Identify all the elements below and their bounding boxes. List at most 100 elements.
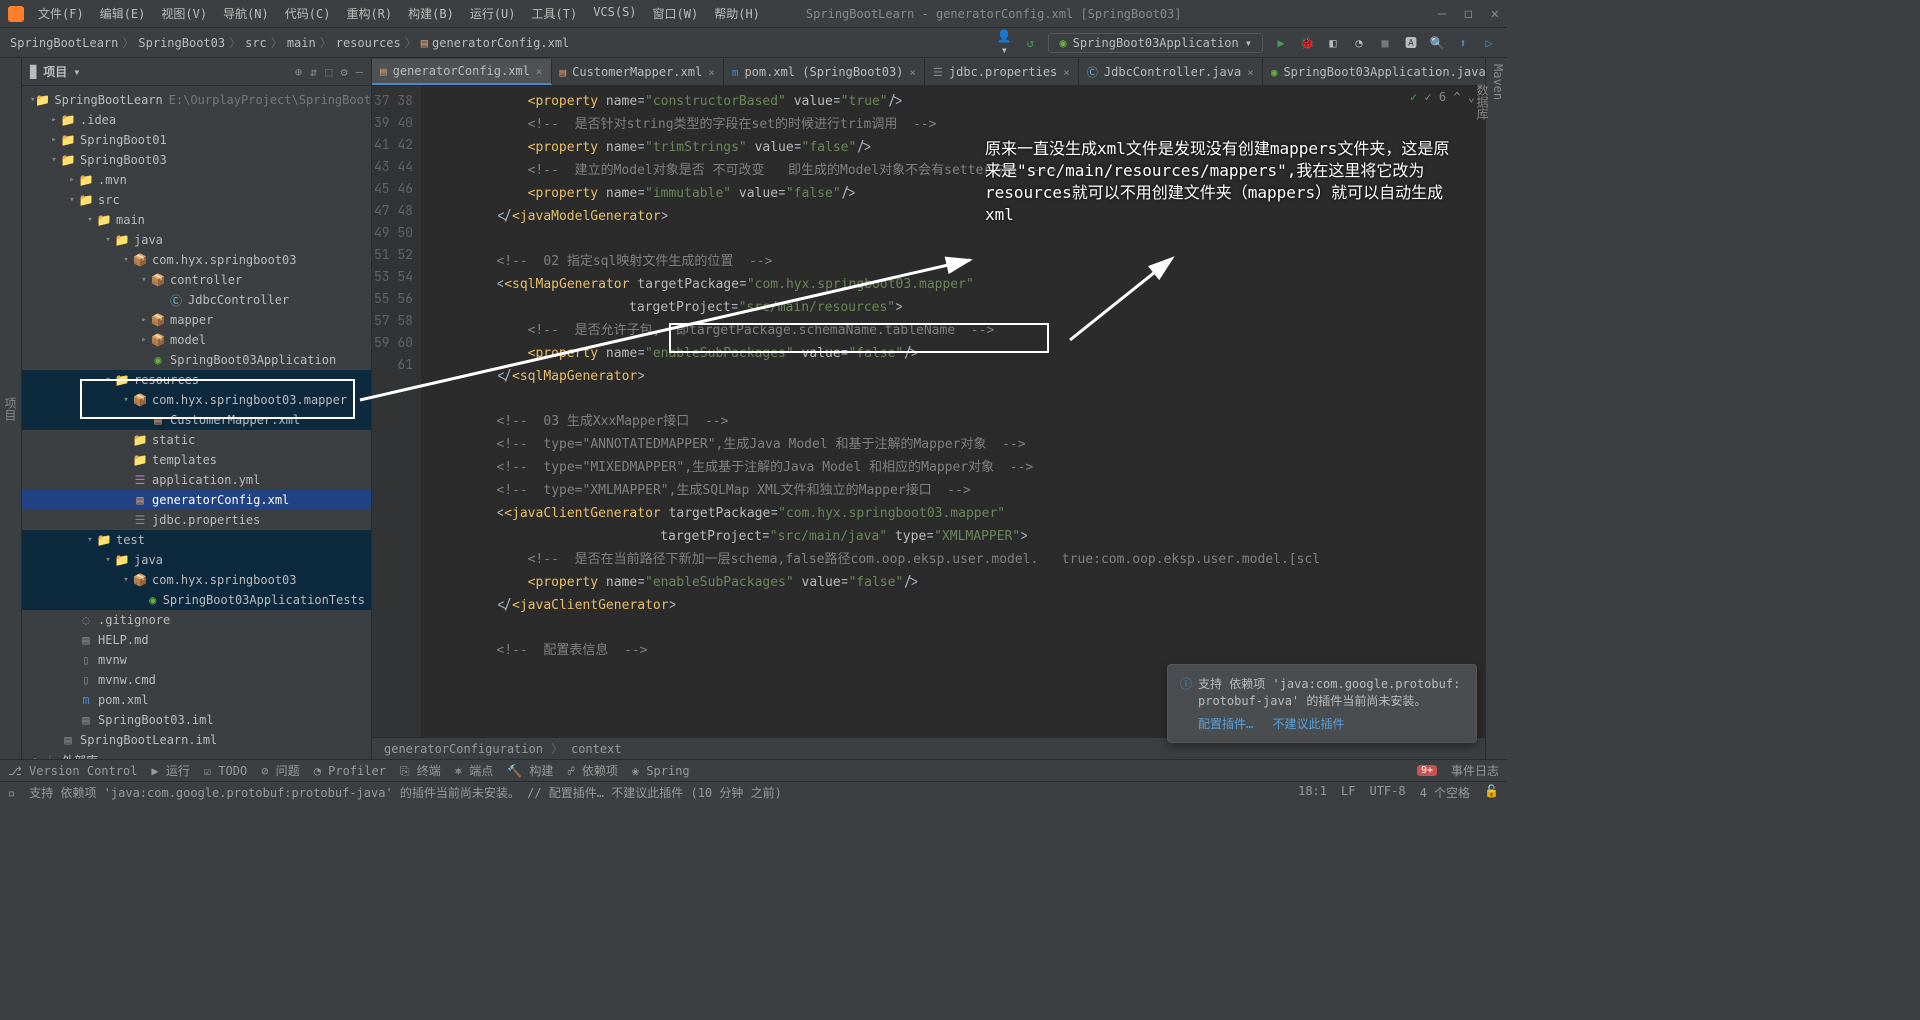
toggle-toolwin-icon[interactable]: ▫ [8,786,15,800]
encoding[interactable]: UTF-8 [1369,784,1405,801]
menu-item[interactable]: VCS(S) [587,3,642,24]
tree-node[interactable]: ☰application.yml [22,470,371,490]
tree-node[interactable]: ▯mvnw.cmd [22,670,371,690]
toolwin-button[interactable]: ⎘ 终端 [400,762,441,779]
codewithme-icon[interactable]: ▷ [1481,36,1497,50]
tab-close-icon[interactable]: × [1063,66,1070,79]
breadcrumb-item[interactable]: resources [336,36,401,50]
menu-item[interactable]: 视图(V) [155,3,213,24]
tree-node[interactable]: ▾📦com.hyx.springboot03 [22,570,371,590]
maven-tool-button[interactable]: Maven [1491,64,1505,753]
tree-node[interactable]: ▤SpringBoot03.iml [22,710,371,730]
sync-icon[interactable]: ↺ [1022,36,1038,50]
maximize-icon[interactable]: ◻ [1464,6,1472,22]
run-config-selector[interactable]: ◉ SpringBoot03Application ▾ [1048,33,1263,53]
menu-item[interactable]: 帮助(H) [708,3,766,24]
menu-item[interactable]: 文件(F) [32,3,90,24]
debug-icon[interactable]: 🐞 [1299,36,1315,50]
readonly-icon[interactable]: 🔓 [1484,784,1499,801]
menu-item[interactable]: 代码(C) [279,3,337,24]
editor-tab[interactable]: ⒸJdbcController.java× [1079,59,1263,85]
menu-item[interactable]: 编辑(E) [94,3,152,24]
tree-node[interactable]: ▤SpringBootLearn.iml [22,730,371,750]
tree-node[interactable]: ▸📁.idea [22,110,371,130]
toolwin-button[interactable]: ◔ Profiler [314,764,386,778]
tree-node[interactable]: ▤CustomerMapper.xml [22,410,371,430]
stop-icon[interactable]: ■ [1377,36,1393,50]
tree-node[interactable]: ▸📦model [22,330,371,350]
breadcrumb-item[interactable]: SpringBoot03 [138,36,225,50]
editor-tab[interactable]: ◉SpringBoot03Application.java× [1263,59,1485,85]
toolwin-button[interactable]: ▶ 运行 [151,762,189,779]
tree-node[interactable]: ☰jdbc.properties [22,510,371,530]
toolwin-button[interactable]: ⎈ 端点 [455,762,493,779]
toolwin-button[interactable]: ❀ Spring [632,764,690,778]
breadcrumb-item[interactable]: src [245,36,267,50]
tree-node[interactable]: ▤generatorConfig.xml [22,490,371,510]
tree-node[interactable]: ◌.gitignore [22,610,371,630]
tree-node[interactable]: ◉SpringBoot03Application [22,350,371,370]
tree-node[interactable]: ▾📁resources [22,370,371,390]
left-tool-stripe[interactable]: 项目 结构 Bookmarks [0,58,22,759]
collapse-all-icon[interactable]: ⬚ [325,65,332,79]
select-opened-icon[interactable]: ⊕ [295,65,302,79]
menu-item[interactable]: 导航(N) [217,3,275,24]
breadcrumb-item[interactable]: main [287,36,316,50]
tab-close-icon[interactable]: × [536,65,543,78]
tree-node[interactable]: ▸📁SpringBoot01 [22,130,371,150]
toolwin-button[interactable]: ⊘ 问题 [261,762,299,779]
breadcrumb-item[interactable]: generatorConfig.xml [432,36,569,50]
tab-close-icon[interactable]: × [1247,66,1254,79]
profile-icon[interactable]: ◔ [1351,36,1367,50]
tree-node[interactable]: ▤HELP.md [22,630,371,650]
tab-close-icon[interactable]: × [909,66,916,79]
code-editor[interactable]: <property name="constructorBased" value=… [422,86,1485,737]
caret-position[interactable]: 18:1 [1298,784,1327,801]
close-icon[interactable]: ✕ [1491,6,1499,22]
tree-node[interactable]: ▾📁main [22,210,371,230]
menu-item[interactable]: 窗口(W) [647,3,705,24]
update-icon[interactable]: ⬆ [1455,36,1471,50]
tree-node[interactable]: ▾📦controller [22,270,371,290]
tree-node[interactable]: ▸📦mapper [22,310,371,330]
user-icon[interactable]: 👤▾ [996,29,1012,57]
tree-node[interactable]: ▸⑃外部库 [22,750,371,759]
tree-node[interactable]: ▾📁SpringBoot03 [22,150,371,170]
tree-node[interactable]: mpom.xml [22,690,371,710]
editor-tab[interactable]: ▤CustomerMapper.xml× [552,59,724,85]
editor-breadcrumb-item[interactable]: generatorConfiguration [384,742,543,756]
coverage-icon[interactable]: ◧ [1325,36,1341,50]
line-ending[interactable]: LF [1341,784,1355,801]
menu-item[interactable]: 运行(U) [464,3,522,24]
project-tree[interactable]: ▾📁SpringBootLearnE:\OurplayProject\Sprin… [22,86,371,759]
tree-node[interactable]: 📁templates [22,450,371,470]
structure-tool-button[interactable]: 结构 [0,484,2,753]
hide-icon[interactable]: — [356,65,363,79]
toolwin-button[interactable]: ☑ TODO [204,764,247,778]
tree-node[interactable]: ▾📁java [22,550,371,570]
tree-node[interactable]: 📁static [22,430,371,450]
tree-node[interactable]: ▾📁SpringBootLearnE:\OurplayProject\Sprin… [22,90,371,110]
menu-item[interactable]: 工具(T) [526,3,584,24]
ignore-plugin-link[interactable]: 不建议此插件 [1272,717,1344,731]
tree-node[interactable]: ▾📦com.hyx.springboot03.mapper [22,390,371,410]
indent[interactable]: 4 个空格 [1420,784,1470,801]
tree-node[interactable]: ◉SpringBoot03ApplicationTests [22,590,371,610]
expand-all-icon[interactable]: ⇵ [310,65,317,79]
project-tool-button[interactable]: 项目 [2,64,19,753]
menu-item[interactable]: 重构(R) [340,3,398,24]
translate-icon[interactable]: 🅰 [1403,34,1419,51]
event-log-button[interactable]: 事件日志 [1451,762,1499,779]
inspections-widget[interactable]: ✓ ✓ 6 ^ ⌄ [1410,90,1475,104]
editor-breadcrumb-item[interactable]: context [571,742,622,756]
toolwin-button[interactable]: 🔨 构建 [507,762,553,779]
editor-tab[interactable]: ☰jdbc.properties× [925,59,1079,85]
tree-node[interactable]: ▾📁test [22,530,371,550]
settings-icon[interactable]: ⚙ [341,65,348,79]
editor-tab[interactable]: mpom.xml (SpringBoot03)× [724,59,925,85]
tab-close-icon[interactable]: × [708,66,715,79]
tree-node[interactable]: ⒸJdbcController [22,290,371,310]
right-tool-stripe[interactable]: Maven 数据库 [1485,58,1507,759]
tree-node[interactable]: ▾📁src [22,190,371,210]
chevron-down-icon[interactable]: ▾ [73,65,80,79]
